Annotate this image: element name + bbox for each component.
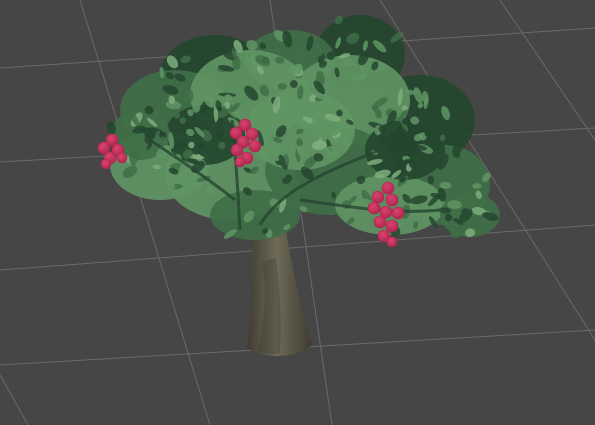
viewport-canvas[interactable] (0, 0, 595, 425)
berry (234, 156, 246, 168)
berry (116, 152, 128, 164)
berry (248, 139, 262, 153)
leaf (450, 228, 462, 239)
berry (371, 190, 385, 204)
berry (385, 193, 399, 207)
berry (373, 215, 387, 229)
berry (386, 236, 398, 248)
berry (367, 201, 381, 215)
berry (385, 219, 399, 233)
berry (100, 158, 112, 170)
berry (381, 181, 395, 195)
berry (230, 143, 244, 157)
berry (391, 206, 405, 220)
scene-viewport[interactable] (0, 0, 595, 425)
